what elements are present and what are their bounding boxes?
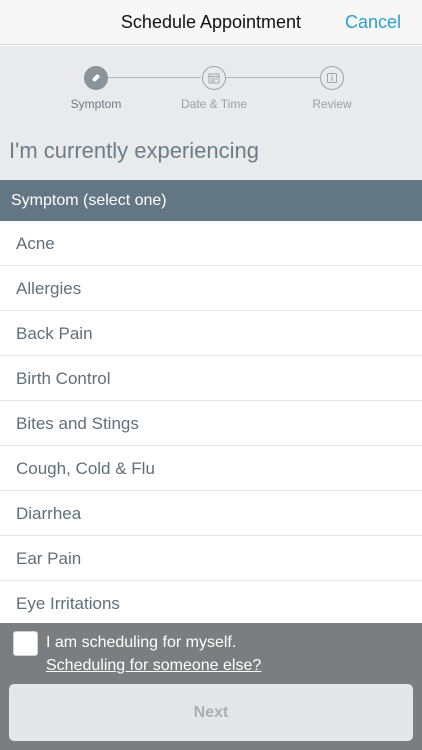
symptom-item[interactable]: Birth Control (0, 356, 422, 401)
step-label-date-time: Date & Time (180, 97, 248, 111)
symptom-item[interactable]: Acne (0, 221, 422, 266)
someone-else-link[interactable]: Scheduling for someone else? (46, 657, 261, 675)
bandage-icon (84, 66, 108, 90)
step-label-review: Review (312, 97, 352, 111)
section-heading: I'm currently experiencing (9, 138, 259, 163)
progress-steps: Symptom Date & Time Review I'm currently… (0, 46, 422, 180)
step-label-symptom: Symptom (70, 97, 122, 111)
symptom-item[interactable]: Bites and Stings (0, 401, 422, 446)
step-connector (226, 77, 320, 78)
next-button[interactable]: Next (9, 684, 413, 741)
footer-panel: I am scheduling for myself. Scheduling f… (0, 623, 422, 750)
symptom-list: Acne Allergies Back Pain Birth Control B… (0, 221, 422, 626)
self-label: I am scheduling for myself. (46, 634, 237, 651)
step-connector (108, 77, 201, 78)
symptom-item[interactable]: Eye Irritations (0, 581, 422, 626)
nav-bar: Schedule Appointment Cancel (0, 0, 422, 45)
symptom-item[interactable]: Back Pain (0, 311, 422, 356)
symptom-item[interactable]: Ear Pain (0, 536, 422, 581)
self-checkbox[interactable] (13, 631, 38, 656)
list-header: Symptom (select one) (0, 180, 422, 221)
info-icon (320, 66, 344, 90)
calendar-icon (202, 66, 226, 90)
symptom-item[interactable]: Diarrhea (0, 491, 422, 536)
symptom-item[interactable]: Allergies (0, 266, 422, 311)
symptom-item[interactable]: Cough, Cold & Flu (0, 446, 422, 491)
cancel-button[interactable]: Cancel (345, 12, 401, 33)
